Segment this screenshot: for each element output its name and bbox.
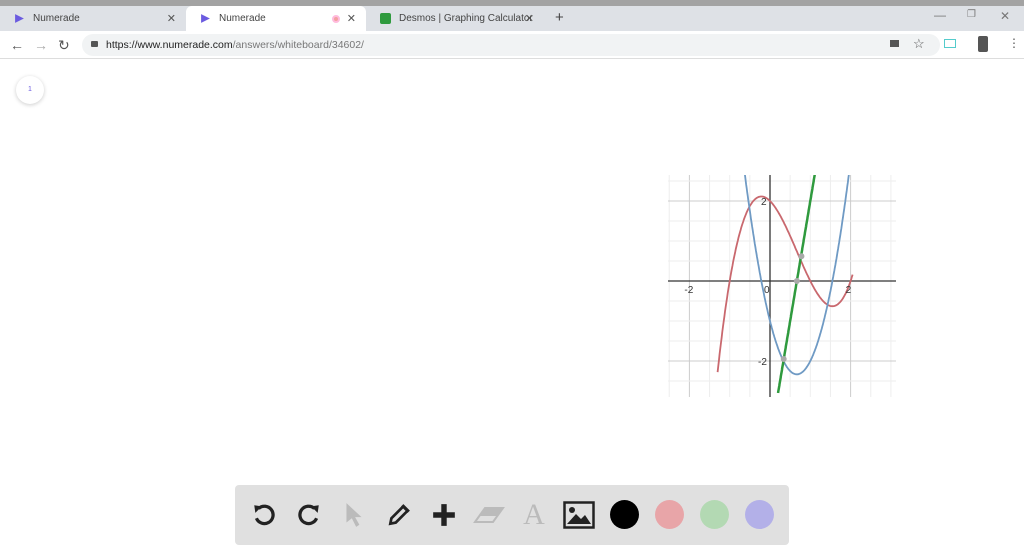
x-tick-label: 2 <box>846 285 852 296</box>
text-tool-icon[interactable]: A <box>518 498 550 531</box>
select-tool-button[interactable] <box>338 499 370 531</box>
color-green-swatch[interactable] <box>700 500 729 529</box>
plus-icon <box>433 504 455 526</box>
y-tick-label: -2 <box>758 357 767 368</box>
pencil-icon <box>388 504 410 526</box>
eraser-tool-button[interactable] <box>473 499 505 531</box>
redo-button[interactable] <box>293 499 325 531</box>
intersection-point <box>780 356 787 362</box>
color-pink-swatch[interactable] <box>655 500 684 529</box>
x-tick-label: -2 <box>684 285 693 296</box>
color-black-swatch[interactable] <box>610 500 639 529</box>
eraser-icon <box>473 507 505 523</box>
whiteboard-toolbar: A <box>235 485 789 545</box>
redo-icon <box>298 504 319 526</box>
undo-button[interactable] <box>248 499 280 531</box>
add-button[interactable] <box>428 499 460 531</box>
intersection-point <box>793 278 800 284</box>
color-purple-swatch[interactable] <box>745 500 774 529</box>
x-tick-label: 0 <box>764 285 770 296</box>
cursor-icon <box>346 503 362 527</box>
intersection-point <box>798 253 805 260</box>
image-icon <box>563 501 595 529</box>
undo-icon <box>254 504 275 526</box>
image-tool-button[interactable] <box>563 499 595 531</box>
pen-tool-button[interactable] <box>383 499 415 531</box>
graph-image: -2 0 2 2 -2 <box>668 175 896 397</box>
y-tick-label: 2 <box>761 197 767 208</box>
